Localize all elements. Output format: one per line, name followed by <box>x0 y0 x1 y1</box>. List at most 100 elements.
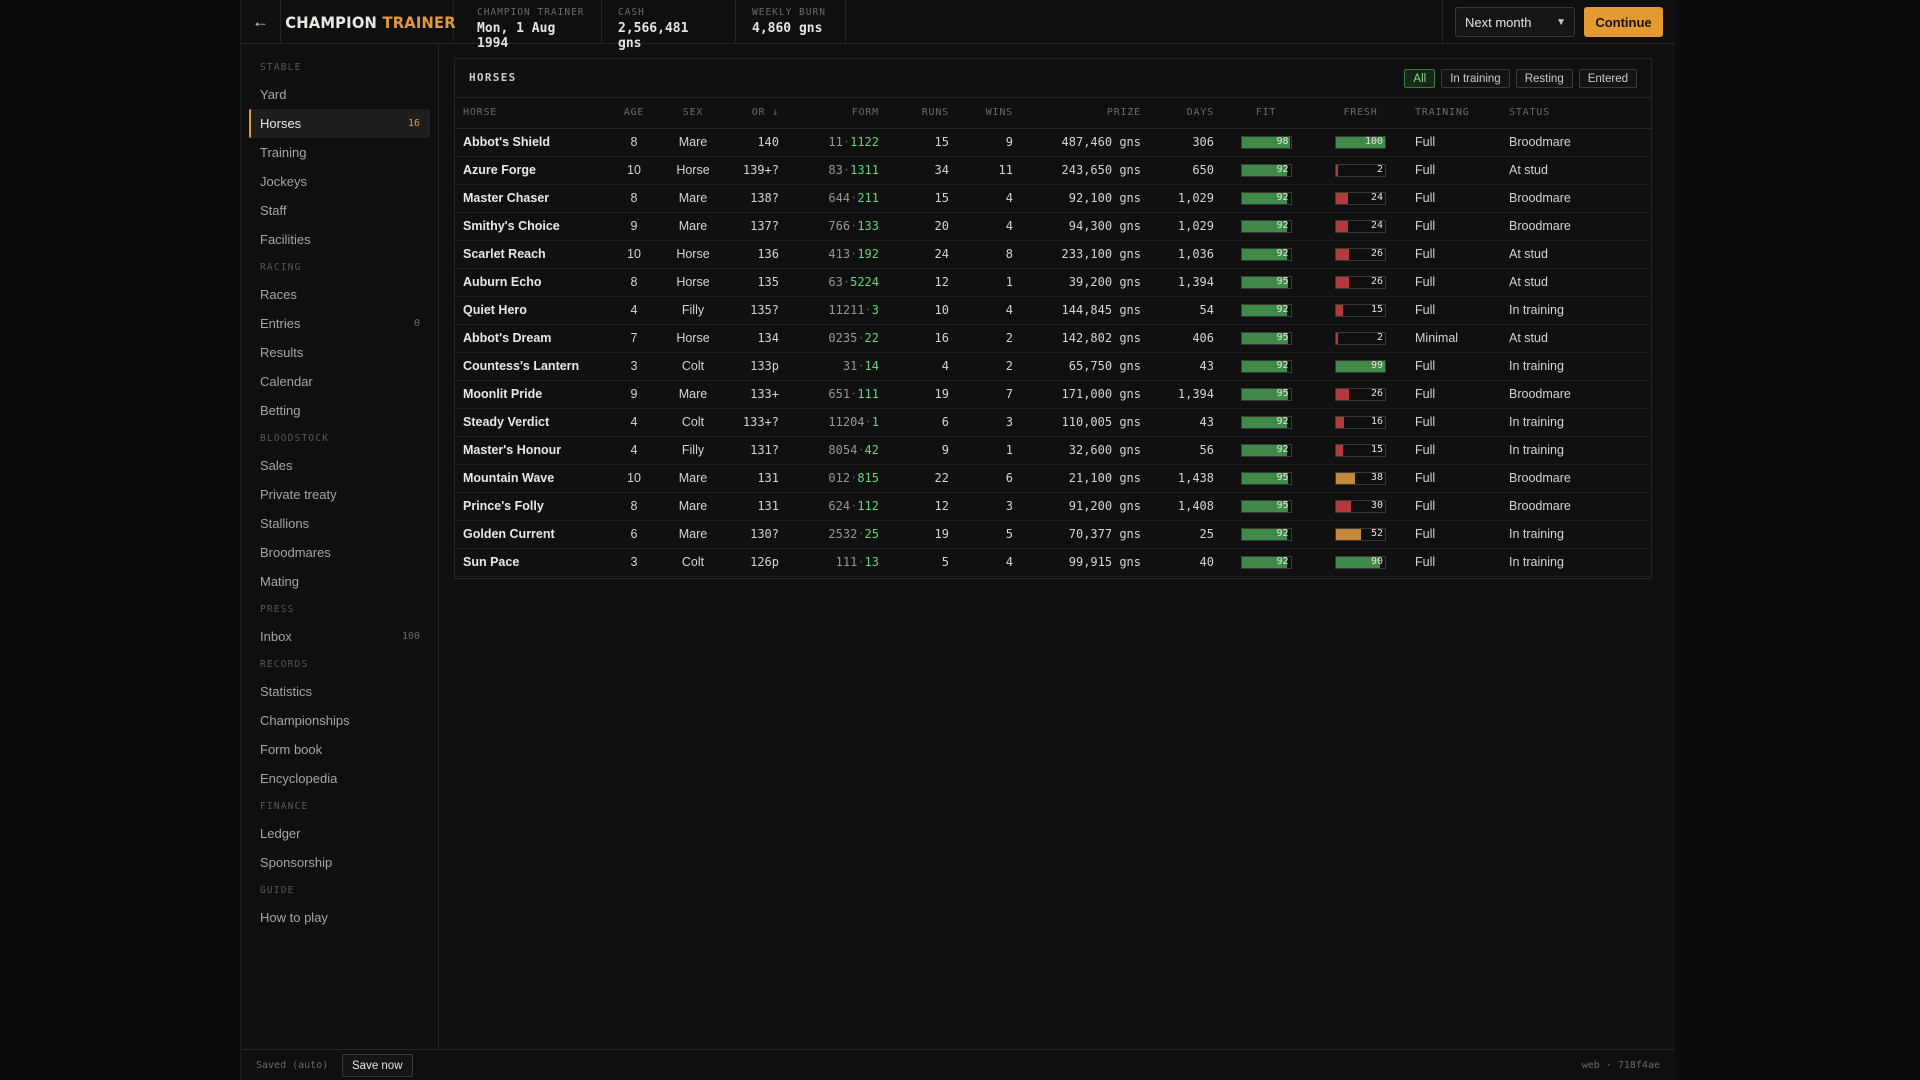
advance-period-select[interactable]: Next month ▼ <box>1455 7 1575 37</box>
sidebar-item-training[interactable]: Training <box>249 138 430 167</box>
nav-section-records: RECORDS <box>260 659 309 670</box>
horse-name[interactable]: Abbot's Shield <box>455 128 613 156</box>
table-row[interactable]: Moonlit Pride 9 Mare 133+ 651·111 19 7 171,000 … <box>455 380 1651 408</box>
sidebar-item-broodmares[interactable]: Broodmares <box>249 538 430 567</box>
sidebar-item-ledger[interactable]: Ledger <box>249 819 430 848</box>
column-header-runs[interactable]: RUNS <box>885 98 955 129</box>
horse-name[interactable]: Steady Verdict <box>455 408 613 436</box>
sidebar-item-jockeys[interactable]: Jockeys <box>249 167 430 196</box>
horse-name[interactable]: Master Chaser <box>455 184 613 212</box>
sidebar-item-form-book[interactable]: Form book <box>249 735 430 764</box>
horse-name[interactable]: Azure Forge <box>455 156 613 184</box>
table-row[interactable]: Scarlet Reach 10 Horse 136 413·192 24 8 233,100… <box>455 240 1651 268</box>
horse-status: At stud <box>1509 275 1548 289</box>
table-row[interactable]: Master's Honour 4 Filly 131? 8054·42 9 1 32,600… <box>455 436 1651 464</box>
form-recent: 111 <box>857 387 879 401</box>
sidebar-item-horses[interactable]: Horses 16 <box>249 109 430 138</box>
filter-entered[interactable]: Entered <box>1578 69 1637 88</box>
table-row[interactable]: Prince's Folly 8 Mare 131 624·112 12 3 91,200 g… <box>455 492 1651 520</box>
table-row[interactable]: Master Chaser 8 Mare 138? 644·211 15 4 92,100 g… <box>455 184 1651 212</box>
table-row[interactable]: Quiet Hero 4 Filly 135? 11211·3 10 4 144,845 gn… <box>455 296 1651 324</box>
sidebar-item-sales[interactable]: Sales <box>249 451 430 480</box>
sidebar-item-private-treaty[interactable]: Private treaty <box>249 480 430 509</box>
horse-form: 11·1122 <box>787 128 885 156</box>
sidebar-item-staff[interactable]: Staff <box>249 196 430 225</box>
sidebar-item-results[interactable]: Results <box>249 338 430 367</box>
fit-bar-value: 95 <box>1276 387 1289 399</box>
column-header-fresh[interactable]: FRESH <box>1312 98 1409 129</box>
horse-fit: 92 <box>1220 296 1312 324</box>
sidebar-item-stallions[interactable]: Stallions <box>249 509 430 538</box>
back-button[interactable]: ← <box>241 0 281 44</box>
column-header-sex[interactable]: SEX <box>655 98 731 129</box>
horse-name[interactable]: Golden Current <box>455 520 613 548</box>
fit-bar: 95 <box>1240 387 1292 401</box>
fresh-bar-fill <box>1336 220 1348 232</box>
column-header-or[interactable]: OR ↓ <box>731 98 787 129</box>
fit-bar: 92 <box>1240 443 1292 457</box>
table-row[interactable]: Auburn Echo 8 Horse 135 63·5224 12 1 39,200 gns… <box>455 268 1651 296</box>
column-header-fit[interactable]: FIT <box>1220 98 1312 129</box>
sidebar-item-entries[interactable]: Entries 0 <box>249 309 430 338</box>
column-header-training[interactable]: TRAINING <box>1409 98 1499 129</box>
fresh-bar-fill <box>1336 528 1362 540</box>
horse-name[interactable]: Sun Pace <box>455 548 613 576</box>
horse-age: 4 <box>630 443 638 457</box>
horses-panel: HORSES All In training Resting Entered HORS… <box>454 58 1652 579</box>
horse-name[interactable]: Quiet Hero <box>455 296 613 324</box>
sidebar-item-how-to-play[interactable]: How to play <box>249 903 430 932</box>
horse-name[interactable]: Prince's Folly <box>455 492 613 520</box>
sidebar-item-championships[interactable]: Championships <box>249 706 430 735</box>
table-row[interactable]: Countess's Lantern 3 Colt 133p 31·14 4 2 65,750… <box>455 352 1651 380</box>
table-row[interactable]: Steady Verdict 4 Colt 133+? 11204·1 6 3 110,005… <box>455 408 1651 436</box>
filter-resting[interactable]: Resting <box>1515 69 1573 88</box>
column-header-horse[interactable]: HORSE <box>455 98 613 129</box>
continue-button[interactable]: Continue <box>1584 7 1663 37</box>
table-row[interactable]: Smithy's Choice 9 Mare 137? 766·133 20 4 94,300… <box>455 212 1651 240</box>
sidebar-item-calendar[interactable]: Calendar <box>249 367 430 396</box>
horse-name[interactable]: Auburn Echo <box>455 268 613 296</box>
column-header-wins[interactable]: WINS <box>955 98 1019 129</box>
table-row[interactable]: Golden Current 6 Mare 130? 2532·25 19 5 70,377 … <box>455 520 1651 548</box>
stat-weekly-burn-value: 4,860 gns <box>752 21 823 36</box>
horse-sex: Horse <box>676 331 710 345</box>
save-now-button[interactable]: Save now <box>342 1054 413 1077</box>
horse-runs: 15 <box>934 191 949 205</box>
horse-wins: 1 <box>1005 443 1013 457</box>
column-header-days[interactable]: DAYS <box>1147 98 1220 129</box>
sidebar-item-inbox[interactable]: Inbox 100 <box>249 622 430 651</box>
filter-all[interactable]: All <box>1404 69 1436 88</box>
horse-name[interactable]: Abbot's Dream <box>455 324 613 352</box>
sidebar-item-betting[interactable]: Betting <box>249 396 430 425</box>
horse-training: Full <box>1415 275 1436 289</box>
horse-form: 624·112 <box>787 492 885 520</box>
horse-name[interactable]: Moonlit Pride <box>455 380 613 408</box>
table-row[interactable]: Azure Forge 10 Horse 139+? 83·1311 34 11 243,65… <box>455 156 1651 184</box>
sidebar-item-races[interactable]: Races <box>249 280 430 309</box>
column-header-age[interactable]: AGE <box>613 98 655 129</box>
sidebar-item-sponsorship[interactable]: Sponsorship <box>249 848 430 877</box>
column-header-status[interactable]: STATUS <box>1499 98 1651 129</box>
horse-name[interactable]: Smithy's Choice <box>455 212 613 240</box>
column-header-form[interactable]: FORM <box>787 98 885 129</box>
table-row[interactable]: Sun Pace 3 Colt 126p 111·13 5 4 99,915 gns 40 92 9… <box>455 548 1651 576</box>
sidebar-item-statistics[interactable]: Statistics <box>249 677 430 706</box>
horse-name[interactable]: Countess's Lantern <box>455 352 613 380</box>
sidebar-item-yard[interactable]: Yard <box>249 80 430 109</box>
table-row[interactable]: Abbot's Shield 8 Mare 140 11·1122 15 9 487,460 … <box>455 128 1651 156</box>
horse-name[interactable]: Scarlet Reach <box>455 240 613 268</box>
sidebar-item-mating[interactable]: Mating <box>249 567 430 596</box>
column-header-prize[interactable]: PRIZE <box>1019 98 1147 129</box>
horse-name[interactable]: Mountain Wave <box>455 464 613 492</box>
table-row[interactable]: Mountain Wave 10 Mare 131 012·815 22 6 21,100 g… <box>455 464 1651 492</box>
horse-name[interactable]: Master's Honour <box>455 436 613 464</box>
filter-in-training[interactable]: In training <box>1441 69 1510 88</box>
table-row[interactable]: Abbot's Dream 7 Horse 134 0235·22 16 2 142,802 … <box>455 324 1651 352</box>
sidebar-item-encyclopedia[interactable]: Encyclopedia <box>249 764 430 793</box>
horse-age: 10 <box>627 471 641 485</box>
horse-prize: 243,650 gns <box>1061 163 1141 177</box>
horse-training: Full <box>1415 443 1436 457</box>
sidebar-item-facilities[interactable]: Facilities <box>249 225 430 254</box>
fit-bar-value: 95 <box>1276 275 1289 287</box>
horse-fresh: 15 <box>1312 436 1409 464</box>
